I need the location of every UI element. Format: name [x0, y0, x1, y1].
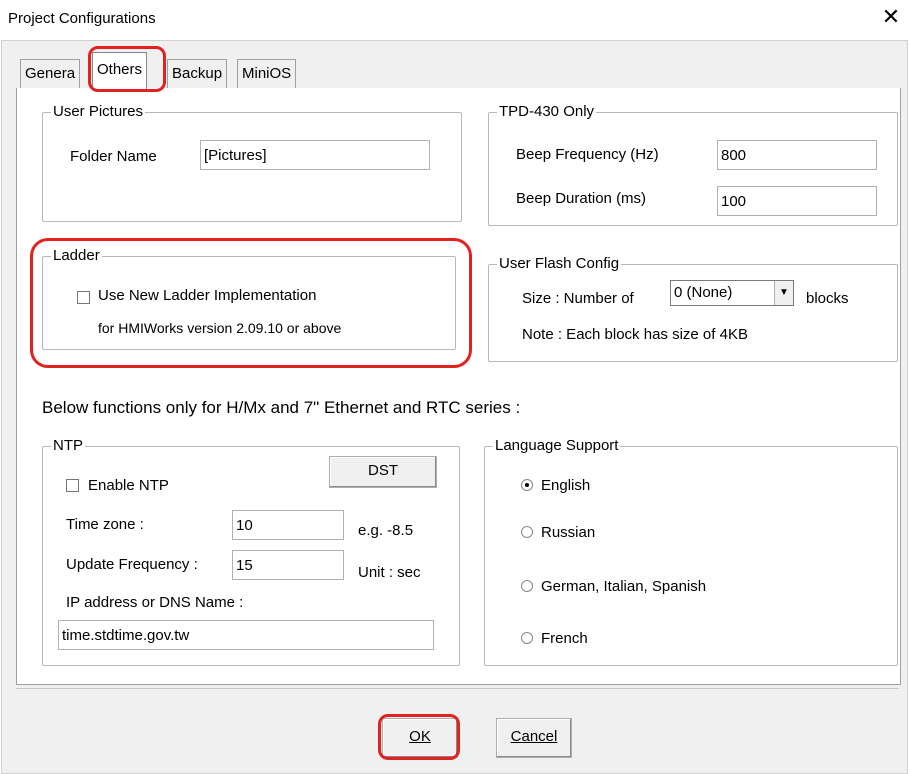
tab-others[interactable]: Others	[92, 52, 148, 89]
timezone-hint: e.g. -8.5	[358, 522, 414, 539]
ladder-checkbox-label[interactable]: Use New Ladder Implementation	[98, 287, 316, 304]
ladder-checkbox[interactable]	[77, 291, 90, 304]
flash-size-label: Size : Number of	[522, 290, 634, 307]
ntp-legend: NTP	[51, 437, 85, 454]
language-legend: Language Support	[493, 437, 621, 454]
ok-button[interactable]: OK	[382, 718, 458, 758]
update-frequency-input[interactable]: 15	[232, 550, 344, 580]
beep-duration-input[interactable]: 100	[717, 186, 877, 216]
enable-ntp-checkbox[interactable]	[66, 479, 79, 492]
beep-frequency-label: Beep Frequency (Hz)	[516, 146, 659, 163]
user-pictures-legend: User Pictures	[51, 103, 146, 120]
beep-frequency-input[interactable]: 800	[717, 140, 877, 170]
flash-size-select[interactable]: 0 (None) ▼	[670, 280, 794, 306]
dst-button[interactable]: DST	[329, 456, 437, 488]
language-russian-label[interactable]: Russian	[541, 524, 595, 541]
ladder-legend: Ladder	[51, 247, 102, 264]
language-german-label[interactable]: German, Italian, Spanish	[541, 578, 706, 595]
ip-address-label: IP address or DNS Name :	[66, 594, 244, 611]
language-german-radio[interactable]	[521, 580, 533, 592]
language-french-label[interactable]: French	[541, 630, 588, 647]
language-english-label[interactable]: English	[541, 477, 590, 494]
flash-note: Note : Each block has size of 4KB	[522, 326, 748, 343]
language-russian-radio[interactable]	[521, 526, 533, 538]
update-frequency-label: Update Frequency :	[66, 556, 198, 573]
language-english-radio[interactable]	[521, 479, 533, 491]
update-frequency-hint: Unit : sec	[358, 564, 421, 581]
enable-ntp-label[interactable]: Enable NTP	[88, 477, 169, 494]
language-french-radio[interactable]	[521, 632, 533, 644]
flash-group: User Flash Config	[488, 255, 898, 362]
window-title: Project Configurations	[8, 10, 156, 27]
tab-general[interactable]: Genera	[20, 59, 81, 88]
beep-duration-label: Beep Duration (ms)	[516, 190, 647, 207]
flash-legend: User Flash Config	[497, 255, 622, 272]
folder-name-label: Folder Name	[70, 148, 157, 165]
section-heading: Below functions only for H/Mx and 7" Eth…	[42, 398, 521, 417]
tpd-legend: TPD-430 Only	[497, 103, 597, 120]
chevron-down-icon[interactable]: ▼	[774, 281, 793, 305]
folder-name-input[interactable]: [Pictures]	[200, 140, 430, 170]
ip-address-input[interactable]: time.stdtime.gov.tw	[58, 620, 434, 650]
bottom-separator	[16, 688, 899, 689]
tab-backup[interactable]: Backup	[167, 59, 228, 88]
cancel-button-label: Cancel	[510, 728, 558, 745]
flash-size-value: 0 (None)	[674, 284, 733, 301]
ok-button-label: OK	[409, 728, 431, 745]
timezone-input[interactable]: 10	[232, 510, 344, 540]
flash-blocks-label: blocks	[806, 290, 849, 307]
cancel-button[interactable]: Cancel	[496, 718, 572, 758]
tab-minios[interactable]: MiniOS	[237, 59, 297, 88]
timezone-label: Time zone :	[66, 516, 144, 533]
close-icon[interactable]: ✕	[880, 6, 902, 28]
ladder-note: for HMIWorks version 2.09.10 or above	[98, 320, 342, 336]
